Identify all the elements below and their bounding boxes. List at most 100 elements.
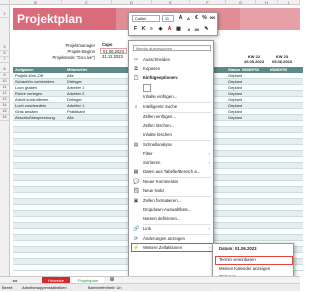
menu-item-dropdown-list[interactable]: Dropdown-Auswahlliste... [129,206,213,214]
context-menu: Menüs durchsuchen ✂ Ausschneiden ⧉ Kopie… [128,40,214,287]
row-header[interactable]: 6 [0,51,10,57]
row-header[interactable]: 13 [0,97,10,103]
font-color-icon[interactable]: A [166,26,173,33]
task-cell: Gras ansäen [15,109,38,114]
menu-item-clear-contents[interactable]: Inhalte löschen [129,131,213,139]
staff-cell: Arbeiter 1 [67,103,85,108]
row-header[interactable]: 9 [0,73,10,79]
task-cell: Projekt-Kick-Off [15,73,43,78]
font-name-select[interactable]: Calibri [132,15,160,22]
menu-item-label: Dropdown-Auswahlliste... [143,207,192,212]
column-header-g[interactable]: G [226,0,256,5]
column-header-f[interactable]: F [190,0,226,5]
manager-label: Projektmanager [65,43,95,48]
menu-item-define-name[interactable]: Namen definieren... [129,215,213,223]
increase-decimal-icon[interactable]: .00 [193,26,200,33]
status-cell: Geplant [228,103,243,108]
end-date-field[interactable]: 31.12.2023 [100,54,127,60]
chevron-right-icon: › [208,151,210,156]
menu-item-label: Sortieren [143,160,161,165]
menu-item-sort[interactable]: Sortieren › [129,159,213,167]
menu-item-link[interactable]: 🔗 Link › [129,225,213,233]
column-header-h[interactable]: H [256,0,278,5]
comment-icon: 💬 [133,179,140,185]
menu-item-label: Meinen Kalender anzeigen [219,266,271,271]
row-header[interactable]: 11 [0,85,10,91]
task-cell: Loch graben [15,85,38,90]
row-header[interactable]: 10 [0,79,10,85]
menu-item-label: Weitere Zellaktionen [143,245,183,250]
menu-item-label: Termin vereinbaren [219,257,256,262]
menu-item-quick-analysis[interactable]: ▤ Schnellanalyse [129,141,213,149]
menu-search-input[interactable]: Menüs durchsuchen [133,45,211,51]
menu-item-delete-cells[interactable]: Zellen löschen... [129,122,213,130]
status-cell: Geplant [228,73,243,78]
menu-item-more-cell-actions[interactable]: ⚡ Weitere Zellaktionen › [129,244,213,252]
thousands-button[interactable]: 000 [209,15,216,22]
menu-item-label: Einfügeoptionen: [143,75,179,80]
menu-item-paste-options: 📋 Einfügeoptionen: [129,74,213,82]
fill-color-icon[interactable]: ◈ [157,26,164,33]
staff-cell: Dirlinger [67,79,82,84]
menu-item-new-comment[interactable]: 💬 Neuer Kommentar [129,178,213,186]
menu-item-show-changes[interactable]: ⟳ Änderungen anzeigen [129,235,213,243]
row-header[interactable]: 2 [0,12,10,18]
menu-item-schedule-appointment[interactable]: Termin vereinbaren [213,256,293,264]
menu-item-label: Änderungen anzeigen [143,236,186,241]
menu-item-get-data[interactable]: ▦ Daten aus Tabelle/Bereich a... [129,168,213,176]
menu-item-copy[interactable]: ⧉ Kopieren [129,65,213,73]
menu-item-label: Zellen formatieren... [143,198,182,203]
column-header-i[interactable]: I [278,0,300,5]
bold-button[interactable]: F [132,26,139,33]
row-header[interactable]: 14 [0,103,10,109]
column-header-d[interactable]: D [112,0,152,5]
font-size-select[interactable]: 11 [162,15,174,22]
task-cell: Rohre verlegen [15,91,43,96]
row-header[interactable]: 5 [0,45,10,51]
italic-button[interactable]: K [140,26,147,33]
decrease-decimal-icon[interactable]: .0 [185,26,192,33]
percent-button[interactable]: % [201,15,208,22]
borders-icon[interactable]: ▦ [175,26,182,33]
shrink-font-icon[interactable]: A [185,15,192,22]
grow-font-icon[interactable]: A [177,15,184,22]
menu-item-label: Link [143,226,151,231]
row-header[interactable]: 12 [0,91,10,97]
row-header[interactable]: 8 [0,67,10,73]
analysis-icon: ▤ [133,142,139,148]
currency-icon[interactable]: € [193,15,200,22]
menu-item-label: Zellen einfügen... [143,114,176,119]
task-cell: Abschlußbesprechung [15,115,55,120]
row-header[interactable]: 15 [0,109,10,115]
chevron-right-icon: › [208,245,210,250]
menu-item-label: Intelligente Suche [143,104,178,109]
row-header[interactable]: 16 [0,115,10,121]
menu-item-paste-special[interactable]: Inhalte einfügen... [129,93,213,101]
status-cell: Geplant [228,79,243,84]
mini-format-toolbar: Calibri 11 A A € % 000 F K ≡ ◈ A ▦ .0 .0… [128,12,218,36]
column-header-e[interactable]: E [152,0,190,5]
menu-item-insert-cells[interactable]: Zellen einfügen... [129,113,213,121]
menu-item-label: Inhalte einfügen... [143,94,178,99]
column-header-b[interactable]: B [10,0,62,5]
staff-cell: Praktikant [67,109,85,114]
menu-item-label: Neuer Kommentar [143,179,179,184]
format-painter-icon[interactable]: ✎ [203,26,210,33]
staff-cell: Dirlinger [67,97,82,102]
menu-item-new-note[interactable]: 🗒 Neue Notiz [129,187,213,195]
column-header-c[interactable]: C [62,0,112,5]
menu-item-cut[interactable]: ✂ Ausschneiden [129,56,213,64]
search-icon: ⌕ [134,104,138,110]
paste-icon[interactable] [143,84,151,92]
align-center-icon[interactable]: ≡ [148,26,155,33]
menu-item-format-cells[interactable]: ▣ Zellen formatieren... [129,197,213,205]
date-label: Datum: 01.06.2023 [219,246,257,251]
menu-item-smart-lookup[interactable]: ⌕ Intelligente Suche [129,103,213,111]
row-header[interactable]: 7 [0,57,10,63]
gantt-week-date: 05.06.2023 [271,59,293,64]
staff-cell: Arbeiter 2 [67,91,85,96]
task-cell: Schaufeln vorbereiten [15,79,54,84]
menu-item-show-calendar[interactable]: Meinen Kalender anzeigen [213,265,293,273]
menu-item-filter[interactable]: Filter › [129,150,213,158]
paste-icon: 📋 [133,75,140,81]
